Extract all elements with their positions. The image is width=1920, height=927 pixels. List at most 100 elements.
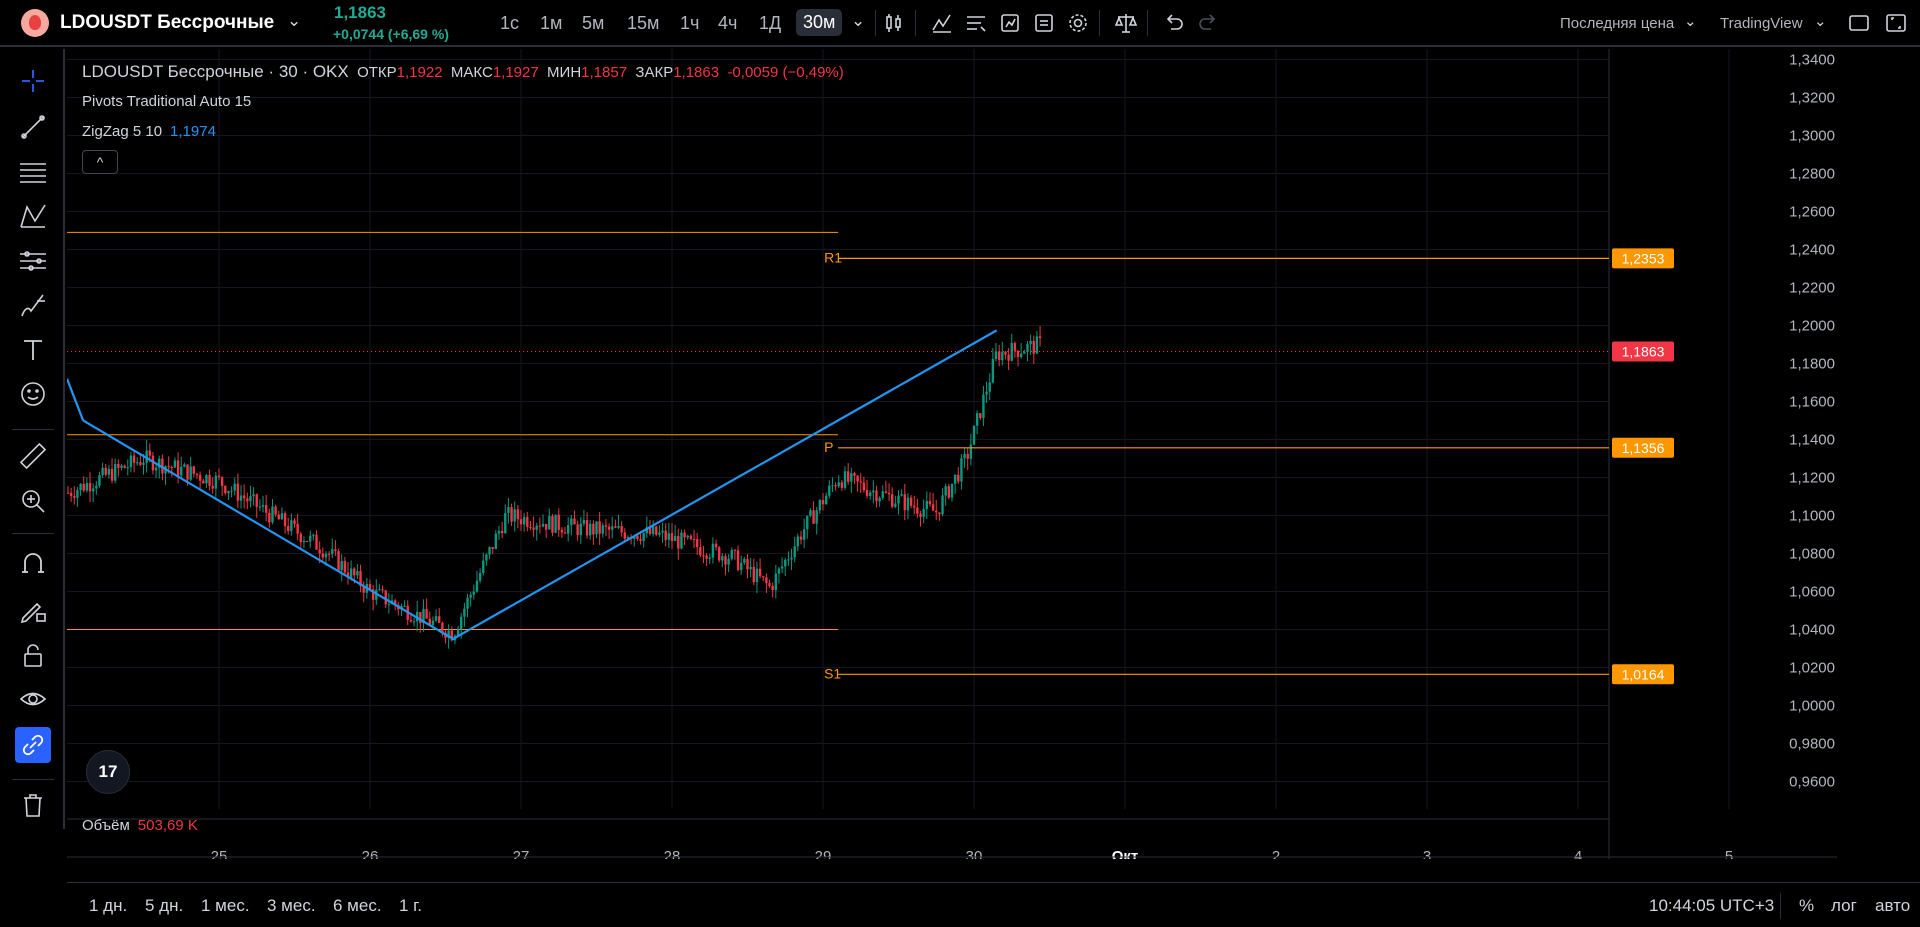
price-tick-label: 1,3000 [1789,127,1835,144]
candle-body [843,471,847,488]
volume-legend[interactable]: Объём 503,69 K [82,817,198,834]
volume-label: Объём [82,817,130,834]
candle-body [488,547,491,555]
legend-symbol[interactable]: LDOUSDT Бессрочные · 30 · OKX [82,62,349,81]
text-icon[interactable] [17,334,49,366]
interval-1s[interactable]: 1с [500,13,519,34]
trash-icon[interactable] [17,789,49,821]
pattern-icon[interactable] [17,201,49,233]
candle-body [287,526,290,532]
candle-body [211,485,214,489]
candle-body [535,525,538,530]
range-1y[interactable]: 1 г. [399,896,422,916]
symbol-logo-icon[interactable] [21,9,49,37]
candle-body [519,519,523,525]
interval-4h[interactable]: 4ч [718,13,737,34]
zoom-in-icon[interactable] [17,485,49,517]
screenshot-icon[interactable] [1883,10,1909,36]
symbol-name[interactable]: LDOUSDT Бессрочные [60,12,274,34]
candle-body [850,473,853,482]
candle-body [771,585,774,591]
interval-dropdown-icon[interactable]: ⌄ [851,11,865,31]
emoji-icon[interactable] [17,378,49,410]
candle-body [1004,351,1007,355]
candle-body [563,532,567,534]
lock-draw-icon[interactable] [17,594,49,626]
candle-body [340,561,343,571]
lock-icon[interactable] [17,639,49,671]
range-6m[interactable]: 6 мес. [333,896,382,916]
brush-icon[interactable] [17,289,49,321]
fullscreen-icon[interactable] [1846,10,1872,36]
candle-body [1001,351,1004,361]
undo-icon[interactable] [1161,10,1187,36]
candle-body [831,485,834,487]
candle-body [695,539,699,548]
candle-body [699,547,702,556]
indicators-icon[interactable] [929,10,955,36]
chevron-down-icon[interactable]: ⌄ [1684,12,1697,30]
percent-toggle[interactable]: % [1799,896,1814,916]
candle-body [507,507,510,514]
interval-1d[interactable]: 1Д [759,13,781,34]
candle-body [560,529,564,533]
interval-1m[interactable]: 1м [540,13,562,34]
last-price-value: 1,1863 [1622,343,1665,359]
candle-body [466,597,469,609]
candle-body [378,589,381,591]
range-1m[interactable]: 1 мес. [201,896,250,916]
candle-body [82,483,85,491]
chevron-down-icon[interactable]: ⌄ [1814,12,1827,30]
candle-body [1019,353,1023,357]
candle-body [516,509,520,520]
range-3m[interactable]: 3 мес. [267,896,316,916]
settings-icon[interactable] [1065,10,1091,36]
candle-body [110,468,114,481]
candle-body [478,573,482,581]
collapse-legend-button[interactable]: ^ [82,150,118,174]
fib-icon[interactable] [17,156,49,188]
candle-body [220,477,224,486]
candle-body [271,506,274,523]
replay-icon[interactable] [1031,10,1057,36]
link-icon[interactable] [15,727,51,763]
templates-icon[interactable] [963,10,989,36]
zigzag-legend[interactable]: ZigZag 5 10 1,1974 [82,123,216,140]
interval-30m[interactable]: 30м [796,9,843,36]
candle-body [154,467,158,471]
interval-15m[interactable]: 15м [627,13,659,34]
candle-body [708,557,711,559]
redo-icon[interactable] [1195,10,1221,36]
candlestick-chart[interactable]: 1,3400 1,3200 1,3000 1,2800 1,2600 1,2400 1,22… [67,49,1837,859]
pivot-label-r1: R1 [824,249,842,265]
crosshair-icon[interactable] [17,65,49,97]
range-1d[interactable]: 1 дн. [89,896,127,916]
candle-body [434,616,438,621]
chevron-down-icon[interactable]: ⌄ [287,11,301,31]
interval-5m[interactable]: 5м [582,13,604,34]
source-select[interactable]: TradingView [1720,15,1803,32]
price-type-select[interactable]: Последняя цена [1560,15,1674,32]
zigzag-line [67,378,85,421]
compare-icon[interactable] [1113,10,1139,36]
close-value: 1,1863 [673,64,720,81]
ruler-icon[interactable] [17,440,49,472]
auto-toggle[interactable]: авто [1875,896,1910,916]
pivots-legend[interactable]: Pivots Traditional Auto 15 [82,93,251,110]
bar-style-icon[interactable] [881,10,907,36]
chart-area[interactable]: 1,3400 1,3200 1,3000 1,2800 1,2600 1,2400 1,22… [67,49,1837,859]
tradingview-logo[interactable]: 17 [86,750,130,794]
forecast-icon[interactable] [17,245,49,277]
log-toggle[interactable]: лог [1831,896,1857,916]
candle-body [214,475,218,489]
interval-1h[interactable]: 1ч [680,13,699,34]
range-5d[interactable]: 5 дн. [145,896,183,916]
price-change: +0,0744 (+6,69 %) [333,26,449,42]
alert-icon[interactable] [997,10,1023,36]
eye-icon[interactable] [17,683,49,715]
trendline-icon[interactable] [17,111,49,143]
candle-body [891,494,894,507]
candle-body [582,520,586,524]
magnet-icon[interactable] [17,548,49,580]
clock[interactable]: 10:44:05 UTC+3 [1649,896,1774,916]
